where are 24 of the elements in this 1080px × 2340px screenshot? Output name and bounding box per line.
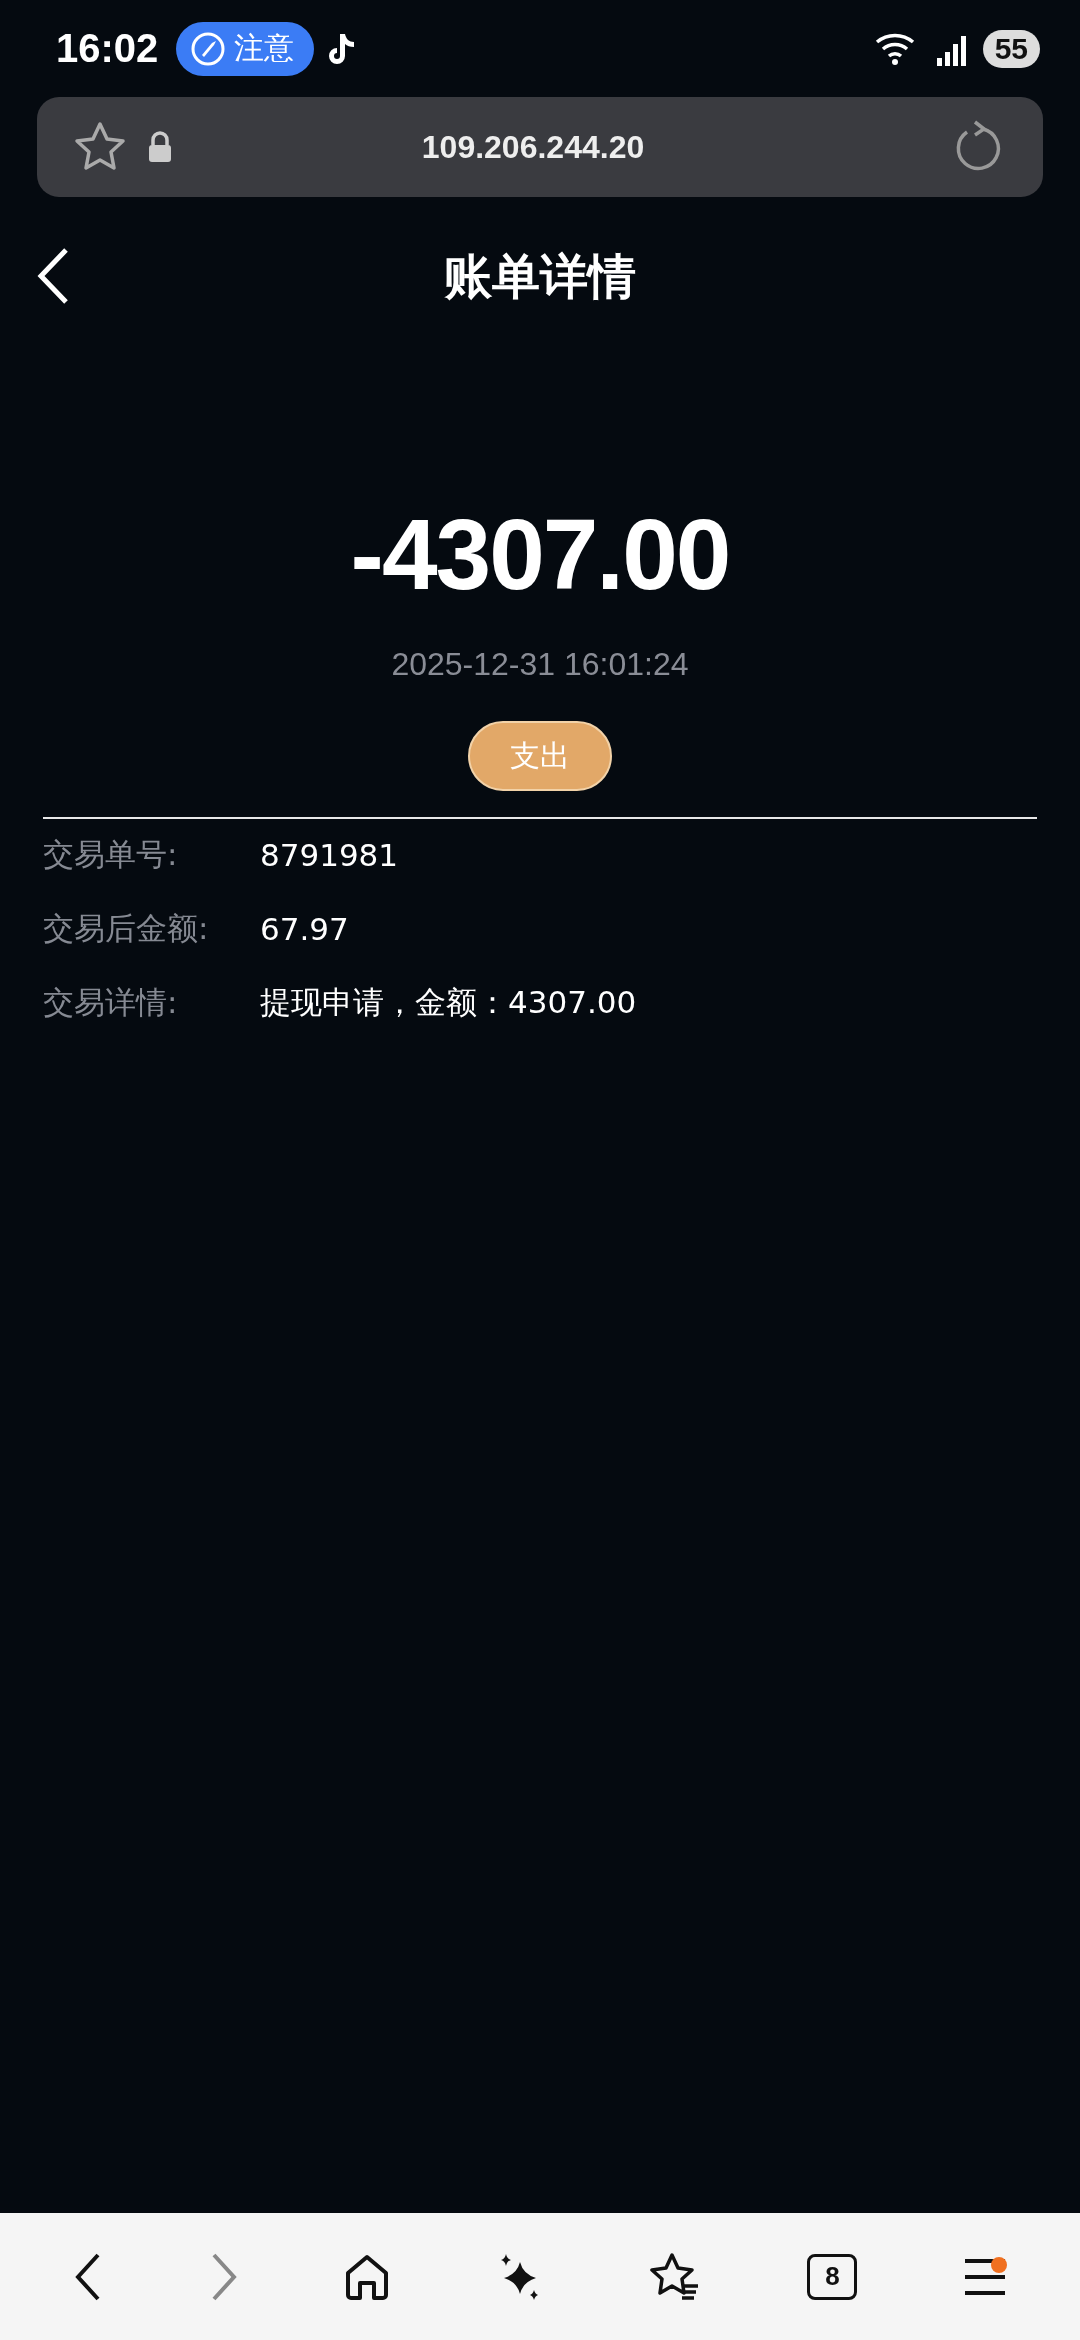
- tabs-button[interactable]: 8: [807, 2253, 858, 2300]
- menu-button[interactable]: [963, 2256, 1008, 2297]
- alert-chip[interactable]: 注意: [176, 21, 315, 76]
- detail-label: 交易详情:: [43, 983, 179, 1022]
- detail-label: 交易单号:: [43, 835, 179, 874]
- detail-value: 8791981: [260, 837, 399, 873]
- detail-value: 提现申请，金额：4307.00: [260, 983, 637, 1022]
- page-title: 账单详情: [444, 247, 636, 306]
- home-icon: [344, 2252, 391, 2301]
- battery-level: 55: [982, 29, 1040, 68]
- address-bar[interactable]: 109.206.244.20: [37, 97, 1043, 197]
- status-time: 16:02: [56, 26, 159, 71]
- music-note-icon: [326, 31, 357, 66]
- expense-tag: 支出: [468, 721, 612, 791]
- date-time: 2025-12-31 16:01:24: [390, 646, 690, 683]
- amount-text: -4307.00: [349, 497, 731, 612]
- menu-icon: [963, 2256, 1008, 2297]
- star-icon[interactable]: [73, 121, 127, 173]
- chevron-left-icon: [36, 247, 70, 305]
- lock-icon: [147, 131, 173, 163]
- detail-value: 67.97: [260, 911, 349, 947]
- detail-label: 交易后金额:: [43, 909, 210, 948]
- home-button[interactable]: [344, 2252, 391, 2301]
- url-text: 109.206.244.20: [420, 128, 646, 166]
